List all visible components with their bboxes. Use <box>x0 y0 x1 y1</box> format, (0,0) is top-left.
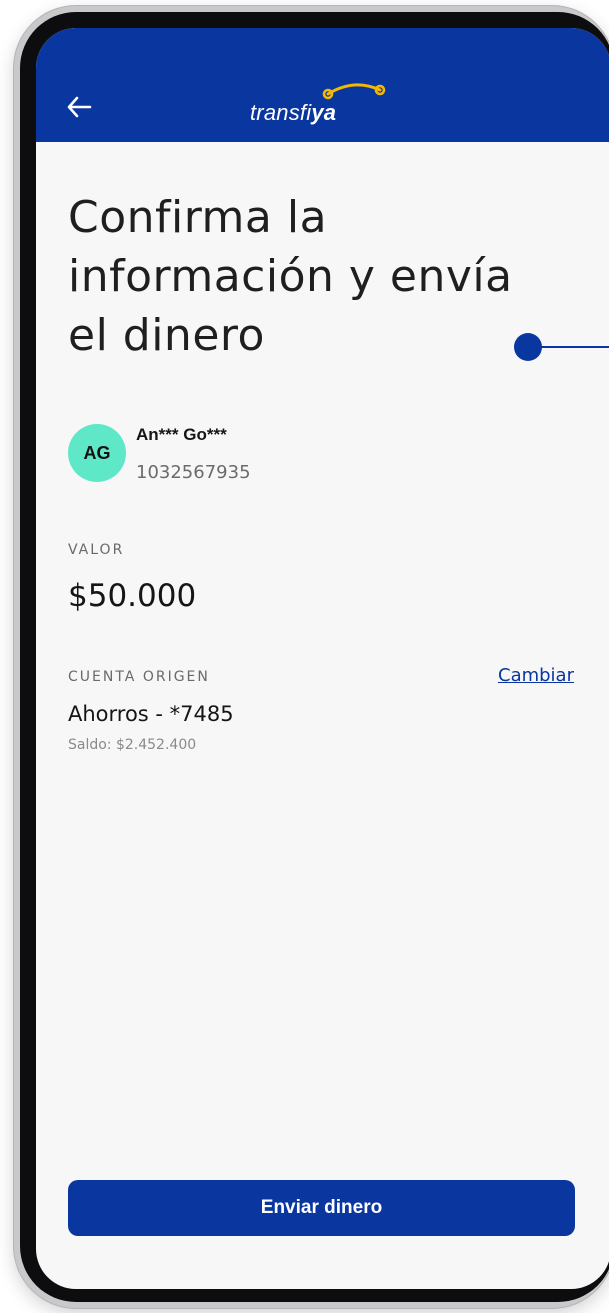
change-account-link[interactable]: Cambiar <box>498 665 574 686</box>
logo-text: transfiya <box>250 100 337 125</box>
avatar: AG <box>68 424 126 482</box>
annotation-line <box>536 346 609 348</box>
title-line-1: Confirma la <box>68 192 328 243</box>
transfiya-logo: transfiya <box>250 80 390 130</box>
arrow-left-icon[interactable] <box>64 92 94 122</box>
origin-account: Ahorros - *7485 <box>68 702 234 726</box>
app-header: transfiya <box>36 28 609 142</box>
send-money-button[interactable]: Enviar dinero <box>68 1180 575 1236</box>
contact-name: An*** Go*** <box>136 425 227 444</box>
amount-value: $50.000 <box>68 578 197 614</box>
contact-id: 1032567935 <box>136 462 251 483</box>
title-line-3: el dinero <box>68 310 265 361</box>
app-screen: transfiya Confirma la información y enví… <box>36 28 609 1289</box>
account-balance: Saldo: $2.452.400 <box>68 737 197 753</box>
title-line-2: información y envía <box>68 251 513 302</box>
amount-label: VALOR <box>68 542 125 558</box>
origin-account-label: CUENTA ORIGEN <box>68 669 210 685</box>
annotation-dot <box>514 333 542 361</box>
page-title: Confirma la información y envía el diner… <box>68 188 588 365</box>
